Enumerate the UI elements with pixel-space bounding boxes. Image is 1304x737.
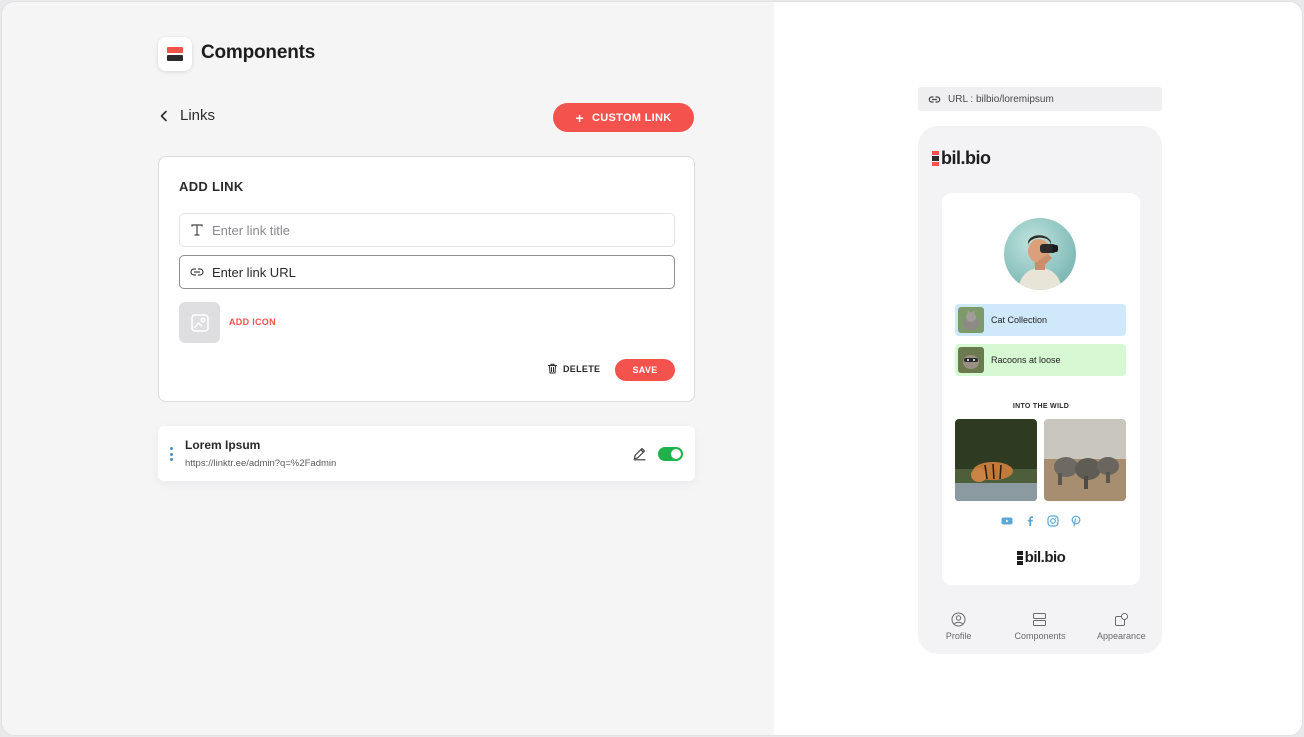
social-links bbox=[942, 514, 1140, 527]
link-title-field[interactable] bbox=[179, 213, 675, 247]
preview-pane: URL : bilbio/loremipsum bil.bio Cat Coll… bbox=[774, 2, 1302, 735]
profile-link-racoons[interactable]: Racoons at loose bbox=[955, 344, 1126, 376]
app-logo bbox=[158, 37, 192, 71]
image-placeholder-icon bbox=[190, 313, 209, 332]
footer-brand-logo: bil.bio bbox=[942, 549, 1140, 566]
link-icon bbox=[928, 95, 941, 103]
tab-appearance[interactable]: Appearance bbox=[1084, 612, 1159, 641]
tab-components[interactable]: Components bbox=[1002, 612, 1077, 641]
text-icon bbox=[191, 224, 203, 236]
link-url-input[interactable] bbox=[212, 264, 652, 280]
profile-link-cat-collection[interactable]: Cat Collection bbox=[955, 304, 1126, 336]
components-icon bbox=[1033, 613, 1047, 626]
tab-label: Appearance bbox=[1097, 631, 1146, 641]
instagram-icon[interactable] bbox=[1046, 514, 1059, 527]
delete-button[interactable]: DELETE bbox=[547, 363, 600, 374]
profile-link-label: Cat Collection bbox=[991, 315, 1048, 325]
brand-wordmark: bil.bio bbox=[941, 148, 991, 168]
preview-url-text: URL : bilbio/loremipsum bbox=[948, 93, 1054, 105]
back-to-links-button[interactable]: Links bbox=[158, 107, 215, 124]
section-title: INTO THE WILD bbox=[1012, 403, 1070, 410]
brand-logo: bil.bio bbox=[932, 148, 991, 169]
footer-brand-wordmark: bil.bio bbox=[1024, 549, 1066, 566]
elephants-image-tile[interactable] bbox=[1044, 419, 1126, 501]
logo-bar-top bbox=[167, 47, 183, 53]
editor-pane: Components Links + CUSTOM LINK ADD LINK … bbox=[2, 2, 774, 735]
person-with-binoculars-image bbox=[1018, 235, 1062, 290]
user-circle-icon bbox=[951, 612, 966, 627]
pencil-icon[interactable] bbox=[632, 446, 647, 461]
phone-preview: bil.bio Cat Collection Racoons at loose … bbox=[918, 126, 1162, 654]
app-window: Components Links + CUSTOM LINK ADD LINK … bbox=[1, 1, 1303, 736]
chevron-left-icon bbox=[160, 110, 167, 121]
add-link-card: ADD LINK ADD ICON DELETE SAVE bbox=[158, 156, 695, 402]
logo-bar-bottom bbox=[167, 55, 183, 61]
tab-label: Components bbox=[1014, 631, 1066, 641]
link-item-url: https://linktr.ee/admin?q=%2Fadmin bbox=[185, 458, 337, 469]
brand-mark-icon bbox=[932, 150, 939, 167]
link-url-field[interactable] bbox=[179, 255, 675, 289]
trash-icon bbox=[548, 363, 557, 374]
plus-icon: + bbox=[575, 109, 584, 126]
cat-thumbnail bbox=[958, 307, 984, 333]
tab-label: Profile bbox=[945, 631, 972, 641]
profile-link-label: Racoons at loose bbox=[991, 355, 1061, 365]
preview-tab-bar: Profile Components Appearance bbox=[918, 612, 1162, 641]
tiger-image-tile[interactable] bbox=[955, 419, 1037, 501]
tab-profile[interactable]: Profile bbox=[921, 612, 996, 641]
link-icon bbox=[190, 268, 204, 276]
link-enabled-toggle[interactable] bbox=[658, 447, 683, 461]
link-title-input[interactable] bbox=[212, 222, 652, 238]
youtube-icon[interactable] bbox=[1001, 514, 1013, 526]
page-title: Components bbox=[201, 42, 316, 63]
footer-brand-mark-icon bbox=[1016, 550, 1023, 565]
drag-handle-icon[interactable] bbox=[169, 447, 173, 461]
delete-label: DELETE bbox=[563, 363, 601, 374]
custom-link-label: CUSTOM LINK bbox=[592, 111, 672, 124]
add-icon-button[interactable]: ADD ICON bbox=[229, 317, 276, 327]
preview-url-bar[interactable]: URL : bilbio/loremipsum bbox=[918, 87, 1162, 111]
link-item-title: Lorem Ipsum bbox=[185, 438, 261, 452]
racoon-thumbnail bbox=[958, 347, 984, 373]
save-button[interactable]: SAVE bbox=[615, 359, 675, 381]
add-link-title: ADD LINK bbox=[179, 179, 244, 194]
icon-upload-box[interactable] bbox=[179, 302, 220, 343]
appearance-icon bbox=[1114, 613, 1128, 626]
link-list-item: Lorem Ipsum https://linktr.ee/admin?q=%2… bbox=[158, 426, 695, 481]
profile-card: Cat Collection Racoons at loose INTO THE… bbox=[942, 193, 1140, 585]
back-label: Links bbox=[180, 107, 216, 124]
toggle-knob bbox=[671, 449, 681, 459]
profile-avatar bbox=[1004, 218, 1076, 290]
custom-link-button[interactable]: + CUSTOM LINK bbox=[553, 103, 694, 132]
facebook-icon[interactable] bbox=[1024, 514, 1036, 526]
pinterest-icon[interactable] bbox=[1070, 514, 1082, 527]
